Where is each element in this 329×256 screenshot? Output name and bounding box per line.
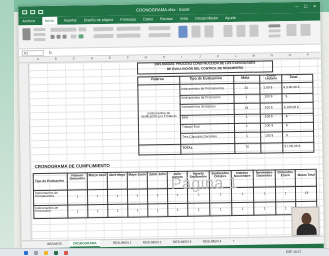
schedule-header: Tipo de Evaluación — [34, 178, 64, 184]
background-edge — [0, 0, 14, 256]
header-rubros: Rubros — [151, 77, 164, 82]
schedule-cell: 1 — [156, 208, 159, 213]
rubro-label: Instrumentos de Verificación por Product… — [141, 111, 177, 119]
schedule-header: Febrero Diciembre — [69, 173, 86, 181]
schedule-cell: 1 — [176, 207, 179, 212]
row-total: $ 100.00 $ — [283, 104, 299, 110]
schedule-header: Mayo Junio — [128, 172, 147, 177]
row-costo: 100 $ — [264, 123, 273, 128]
total-meta: 70 — [245, 144, 249, 149]
excel-icon[interactable] — [54, 251, 58, 255]
row-tipo: Tres Cápsulas Docentes — [182, 134, 217, 139]
schedule-row-label: Instrumentos de Permanencia — [34, 190, 58, 199]
header-tipo: Tipo de Evaluación — [189, 76, 222, 81]
app-icon[interactable] — [64, 251, 68, 255]
schedule-cell: 1 — [156, 193, 159, 198]
schedule-cell: 1 — [284, 191, 287, 196]
row-meta: 24 — [244, 105, 249, 110]
webcam-overlay — [291, 206, 320, 237]
schedule-cell: 1 — [219, 207, 222, 212]
schedule-cell: 13 — [304, 190, 309, 195]
row-costo: 100 $ — [264, 105, 273, 110]
schedule-header: Abril Mayo — [109, 172, 126, 177]
schedule-header: Metas Total — [297, 172, 315, 178]
total-label: TOTAL — [182, 145, 193, 150]
schedule-cell: 1 — [263, 191, 266, 196]
schedule-row-label: Instrumentos de Promoción — [35, 205, 59, 214]
total-value: $ 1.00.00 $ — [284, 143, 301, 149]
presenter-body — [296, 223, 317, 237]
schedule-cell: 1 — [176, 192, 179, 197]
excel-window: CRONOGRAMA.xlsx - Excel – □ × Archivo In… — [18, 1, 324, 255]
schedule-header: Diciembre Enero — [277, 170, 293, 178]
row-costo: 100 $ — [264, 94, 273, 99]
row-costo: 100 $ — [265, 133, 274, 138]
row-costo: 100 $ — [264, 114, 273, 119]
schedule-cell: 1 — [241, 206, 244, 211]
taskbar-clock: ESP 10:17 — [286, 250, 302, 254]
page-watermark: Página 1 — [170, 174, 239, 194]
row-total: $ — [285, 114, 288, 119]
header-costo: Costo Unitario — [265, 73, 278, 81]
schedule-cell: 1 — [76, 209, 79, 214]
schedule-cell: 1 — [96, 209, 99, 214]
row-tipo: EPE — [181, 115, 189, 120]
schedule-cell: 1 — [116, 193, 119, 198]
schedule-cell: 1 — [241, 191, 244, 196]
row-meta: 1 — [245, 114, 248, 119]
row-tipo: Trabajo final — [181, 124, 200, 129]
row-total: $ 3.00.00 $ — [283, 84, 300, 90]
schedule-cell: 1 — [96, 194, 99, 199]
schedule-cell: 1 — [263, 206, 266, 211]
row-meta: 1 — [245, 123, 248, 128]
windows-taskbar: ESP 10:17 — [0, 248, 329, 256]
schedule-cell: 1 — [197, 192, 200, 197]
schedule-header: Noviembre Diciembre — [255, 170, 273, 179]
row-total: $ — [285, 94, 288, 99]
row-total: $ — [285, 123, 288, 128]
row-costo: 1.00 $ — [263, 85, 273, 90]
schedule-title: CRONOGRAMA DE CUMPLIMIENTO — [34, 162, 110, 170]
row-meta: 1 — [245, 94, 248, 99]
schedule-header: Junio Julio — [148, 172, 166, 177]
schedule-cell: 1 — [136, 208, 139, 213]
row-tipo: Instrumentos de Promoción — [181, 95, 221, 100]
start-icon[interactable] — [24, 251, 28, 255]
row-total: $ — [286, 133, 288, 138]
file-explorer-icon[interactable] — [44, 251, 48, 255]
schedule-cell: 1 — [116, 208, 119, 213]
schedule-cell: 1 — [136, 193, 139, 198]
row-tipo: Instrumentos de Permanencia — [181, 86, 224, 91]
schedule-cell: 1 — [76, 194, 79, 199]
schedule-header: Marzo Abril — [88, 173, 106, 178]
row-meta: 24 — [244, 85, 248, 90]
schedule-cell: 1 — [197, 207, 200, 212]
worksheet-content: DIPLOMADO: PROCESO CONSTRUCCIÓN DE LAS C… — [18, 2, 324, 255]
row-meta: 1 — [246, 133, 248, 138]
header-meta: Meta — [241, 75, 250, 80]
search-icon[interactable] — [34, 251, 38, 255]
photo-stage: CRONOGRAMA.xlsx - Excel – □ × Archivo In… — [0, 0, 329, 256]
header-total: Total — [289, 75, 298, 80]
schedule-cell: 1 — [219, 192, 222, 197]
